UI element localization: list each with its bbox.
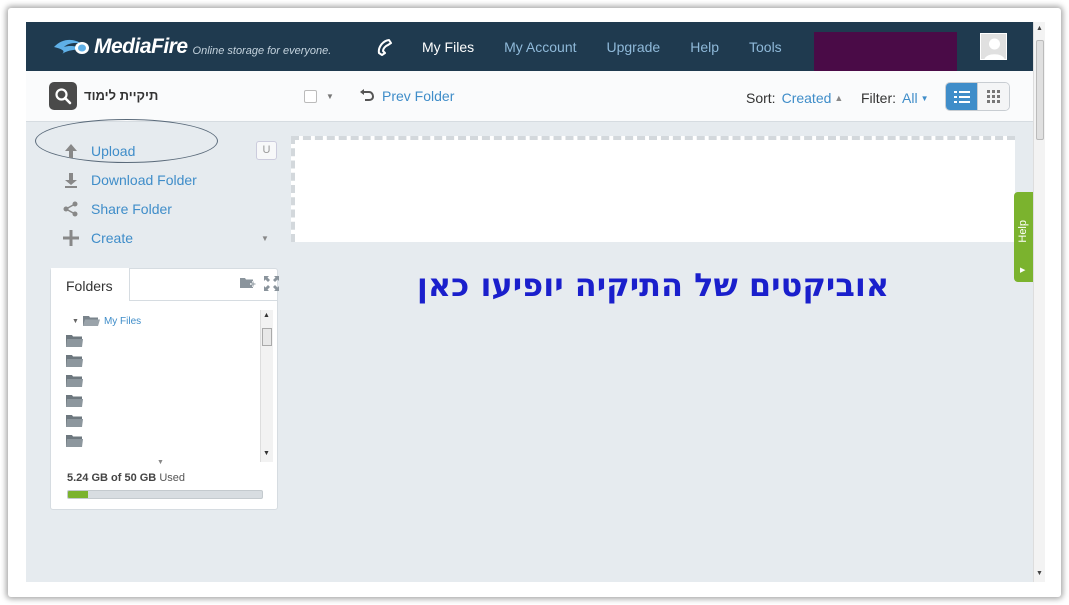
share-icon <box>62 200 80 218</box>
nav-help[interactable]: Help <box>690 39 719 55</box>
storage-used-value: 5.24 GB of 50 GB <box>67 472 157 484</box>
scroll-up-icon[interactable]: ▲ <box>263 312 270 319</box>
tree-root-label: My Files <box>103 315 142 327</box>
folders-panel-tools <box>230 276 280 292</box>
undo-arrow-icon <box>360 89 375 101</box>
toolbar: תיקיית לימוד ▼ Prev Folder Sort: Created… <box>26 71 1033 122</box>
search-button[interactable] <box>49 82 77 110</box>
upload-label: Upload <box>91 143 136 159</box>
chevron-down-icon[interactable]: ▼ <box>261 234 269 243</box>
upload-icon <box>62 142 80 160</box>
filter-control: Filter: All ▼ <box>861 90 928 106</box>
scroll-down-icon[interactable]: ▼ <box>263 450 270 457</box>
tree-root[interactable]: ▼ My Files <box>72 315 141 327</box>
phone-icon[interactable] <box>374 36 396 58</box>
nav-tools[interactable]: Tools <box>749 39 782 55</box>
avatar-icon[interactable] <box>980 33 1007 60</box>
scroll-thumb[interactable] <box>262 328 272 346</box>
folder-icon[interactable] <box>66 434 84 448</box>
download-icon <box>62 171 80 189</box>
scroll-up-icon[interactable]: ▲ <box>1036 25 1043 32</box>
plus-icon <box>62 229 80 247</box>
folder-icon[interactable] <box>66 334 84 348</box>
top-nav: MediaFire Online storage for everyone. M… <box>26 22 1033 73</box>
storage-bar <box>67 490 263 499</box>
expand-icon[interactable] <box>264 276 280 292</box>
grid-view-icon <box>987 90 1001 103</box>
upload-action[interactable]: Upload <box>62 142 135 160</box>
storage-used-suffix: Used <box>159 472 186 484</box>
tree-expand-icon[interactable]: ▼ <box>72 318 79 325</box>
sort-label: Sort: <box>746 90 776 106</box>
list-view-icon <box>953 90 970 103</box>
window-scrollbar[interactable]: ▲ ▼ <box>1033 22 1045 582</box>
empty-folder-message: אוביקטים של התיקיה יופיעו כאן <box>416 266 890 304</box>
chevron-down-icon[interactable]: ▼ <box>326 92 334 101</box>
tab-folders[interactable]: Folders <box>51 268 130 300</box>
sort-value[interactable]: Created <box>782 90 832 106</box>
upload-shortcut-key: U <box>256 141 277 160</box>
current-folder-title: תיקיית לימוד <box>84 88 159 103</box>
share-folder-label: Share Folder <box>91 201 172 217</box>
select-all-checkbox[interactable] <box>304 90 317 103</box>
view-toggle <box>945 82 1010 111</box>
nav-links: My Files My Account Upgrade Help Tools <box>422 22 812 71</box>
chevron-down-icon[interactable]: ▼ <box>157 459 164 466</box>
help-side-tab[interactable]: Help ▶ <box>1014 192 1033 282</box>
search-icon <box>55 88 72 105</box>
storage-usage: 5.24 GB of 50 GB Used <box>67 472 185 484</box>
tab-connector <box>51 299 129 301</box>
mediafire-flame-icon <box>54 39 89 54</box>
folder-icon[interactable] <box>66 354 84 368</box>
nav-upgrade[interactable]: Upgrade <box>607 39 661 55</box>
nav-my-account[interactable]: My Account <box>504 39 576 55</box>
brand-tagline: Online storage for everyone. <box>192 45 332 57</box>
mediafire-app: MediaFire Online storage for everyone. M… <box>26 22 1033 582</box>
download-folder-label: Download Folder <box>91 172 197 188</box>
filter-label: Filter: <box>861 90 896 106</box>
logo[interactable]: MediaFire Online storage for everyone. <box>52 34 331 60</box>
download-folder-action[interactable]: Download Folder <box>62 171 197 189</box>
scroll-down-icon[interactable]: ▼ <box>1036 570 1043 577</box>
redacted-folder-names <box>122 330 252 463</box>
redacted-username <box>814 32 957 73</box>
folder-tree-scrollbar[interactable]: ▲ ▼ <box>260 310 273 462</box>
chevron-down-icon[interactable]: ▼ <box>921 94 929 103</box>
create-label: Create <box>91 230 134 246</box>
prev-folder-label: Prev Folder <box>382 88 455 104</box>
help-tab-label: Help <box>1017 220 1029 243</box>
nav-my-files[interactable]: My Files <box>422 39 474 55</box>
brand-name: MediaFire <box>94 35 188 58</box>
dropzone-inner <box>295 140 1013 240</box>
list-view-button[interactable] <box>946 83 978 110</box>
filter-value[interactable]: All <box>902 90 918 106</box>
folder-icon[interactable] <box>66 414 84 428</box>
folder-icon[interactable] <box>66 394 84 408</box>
prev-folder-link[interactable]: Prev Folder <box>359 88 454 104</box>
sort-control: Sort: Created ▲ <box>746 90 843 106</box>
window-scroll-thumb[interactable] <box>1036 40 1044 140</box>
folder-icon[interactable] <box>66 374 84 388</box>
share-folder-action[interactable]: Share Folder <box>62 200 172 218</box>
chevron-right-icon: ▶ <box>1020 267 1026 274</box>
folder-open-icon <box>82 316 100 326</box>
create-action[interactable]: Create <box>62 229 133 247</box>
new-folder-icon[interactable] <box>240 276 256 292</box>
storage-bar-fill <box>68 491 89 498</box>
grid-view-button[interactable] <box>977 83 1009 110</box>
sort-arrow-icon[interactable]: ▲ <box>834 93 843 103</box>
